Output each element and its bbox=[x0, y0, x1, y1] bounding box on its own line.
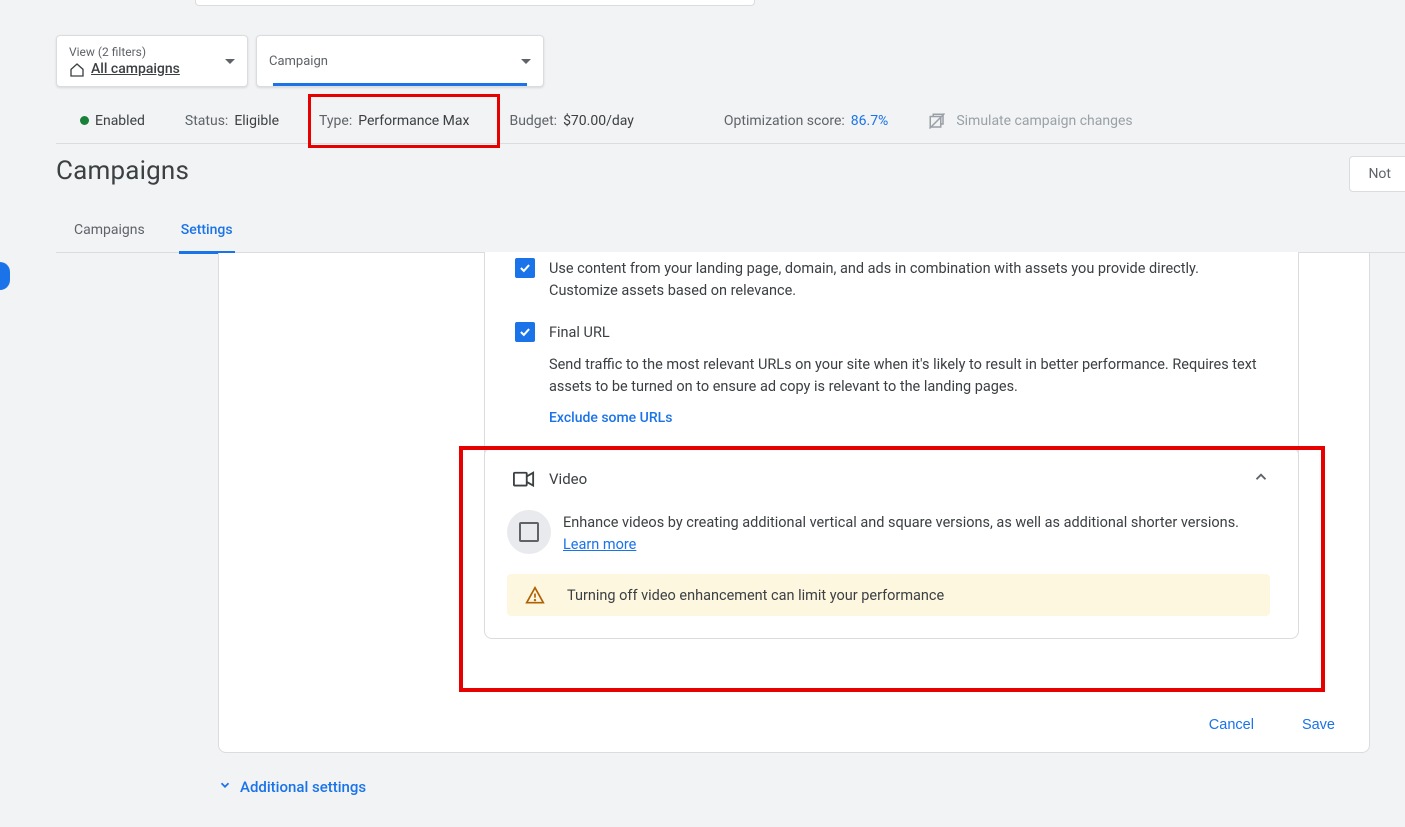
final-url-description: Send traffic to the most relevant URLs o… bbox=[549, 354, 1268, 398]
final-url-title: Final URL bbox=[549, 322, 1268, 344]
status-enabled-text: Enabled bbox=[95, 113, 145, 129]
right-cutoff-button[interactable]: Not bbox=[1349, 156, 1405, 192]
save-button[interactable]: Save bbox=[1296, 716, 1341, 734]
exclude-urls-link[interactable]: Exclude some URLs bbox=[549, 410, 672, 426]
text-assets-description: Use content from your landing page, doma… bbox=[549, 258, 1268, 302]
video-section-title: Video bbox=[549, 470, 587, 488]
video-warning-banner: Turning off video enhancement can limit … bbox=[507, 574, 1270, 616]
text-assets-checkbox[interactable] bbox=[515, 258, 535, 278]
left-nav-active-indicator bbox=[0, 262, 10, 290]
search-input-fragment[interactable] bbox=[195, 0, 755, 6]
chevron-down-icon bbox=[218, 778, 232, 796]
simulate-disabled-icon bbox=[928, 112, 946, 130]
budget-label: Budget: bbox=[509, 113, 557, 129]
assets-panel: Use content from your landing page, doma… bbox=[484, 252, 1299, 459]
status-label: Status: bbox=[185, 113, 228, 129]
collapse-button[interactable] bbox=[1252, 468, 1270, 490]
campaign-active-underline bbox=[273, 83, 527, 86]
learn-more-link[interactable]: Learn more bbox=[563, 536, 636, 553]
budget-value: $70.00/day bbox=[563, 113, 634, 129]
status-enabled-dot-icon bbox=[80, 116, 89, 125]
campaign-filter-dropdown[interactable]: Campaign bbox=[256, 35, 544, 87]
type-value: Performance Max bbox=[358, 113, 469, 129]
campaign-filter-label: Campaign bbox=[269, 54, 328, 69]
campaign-status-bar: Enabled Status: Eligible Type: Performan… bbox=[56, 98, 1405, 144]
warning-icon bbox=[525, 586, 545, 604]
enhance-videos-checkbox[interactable] bbox=[519, 522, 539, 542]
type-label: Type: bbox=[319, 113, 352, 129]
text-assets-option: Use content from your landing page, doma… bbox=[515, 252, 1268, 316]
page-title: Campaigns bbox=[56, 156, 189, 186]
status-value: Eligible bbox=[234, 113, 279, 129]
tab-settings[interactable]: Settings bbox=[181, 207, 233, 253]
view-filter-dropdown[interactable]: View (2 filters) All campaigns bbox=[56, 35, 248, 87]
enhance-videos-checkbox-halo bbox=[507, 510, 551, 554]
video-icon bbox=[513, 470, 535, 488]
optimization-label: Optimization score: bbox=[724, 113, 845, 129]
final-url-checkbox[interactable] bbox=[515, 322, 535, 342]
video-panel: Video Enhance videos by creating additio… bbox=[484, 447, 1299, 639]
additional-settings-toggle[interactable]: Additional settings bbox=[218, 778, 366, 796]
tabs-bar: Campaigns Settings bbox=[56, 207, 1405, 253]
enhance-videos-description: Enhance videos by creating additional ve… bbox=[563, 514, 1239, 531]
tab-campaigns[interactable]: Campaigns bbox=[74, 207, 145, 253]
view-filter-label: View (2 filters) bbox=[69, 45, 180, 59]
cancel-button[interactable]: Cancel bbox=[1203, 716, 1260, 734]
additional-settings-label: Additional settings bbox=[240, 778, 366, 796]
video-warning-text: Turning off video enhancement can limit … bbox=[567, 587, 944, 604]
simulate-text: Simulate campaign changes bbox=[956, 113, 1132, 129]
caret-down-icon bbox=[521, 59, 531, 64]
settings-card: Use content from your landing page, doma… bbox=[218, 253, 1370, 753]
home-icon bbox=[69, 62, 85, 76]
view-filter-value: All campaigns bbox=[91, 61, 180, 77]
final-url-option: Final URL Send traffic to the most relev… bbox=[515, 316, 1268, 440]
simulate-campaign-changes: Simulate campaign changes bbox=[928, 112, 1132, 130]
enhance-videos-option: Enhance videos by creating additional ve… bbox=[507, 512, 1270, 556]
optimization-value[interactable]: 86.7% bbox=[851, 113, 889, 129]
caret-down-icon bbox=[225, 59, 235, 64]
